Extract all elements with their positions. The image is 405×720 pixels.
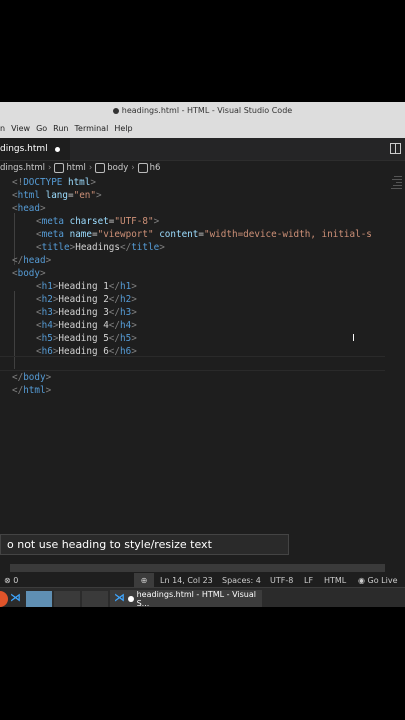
workspace-1[interactable] [26,591,52,607]
unsaved-dot-icon [112,107,119,114]
vscode-launcher-icon[interactable]: ⋊ [10,591,22,607]
workspace-2[interactable] [54,591,80,607]
menu-run[interactable]: Run [53,124,68,133]
code-line-17: </html> [12,385,52,396]
code-line-6: <title>Headings</title> [36,242,165,253]
code-line-8: <body> [12,268,46,279]
menu-view[interactable]: View [11,124,30,133]
code-line-16: </body> [12,372,52,383]
split-editor-icon[interactable] [390,143,401,154]
horizontal-scrollbar[interactable] [10,564,385,572]
taskbar: ⋊ headings.html - HTML - Visual S... ⋊ [0,587,405,607]
code-line-3: <head> [12,203,46,214]
caption-overlay: o not use heading to style/resize text [0,534,289,555]
tab-label: dings.html [0,144,48,154]
problems-count: 0 [13,576,19,585]
minimap-line [394,176,402,177]
tab-headings-html[interactable]: dings.html [0,138,70,160]
firefox-icon[interactable] [0,591,8,607]
taskbar-window-vscode[interactable]: headings.html - HTML - Visual S... [110,590,262,607]
menu-bar: n View Go Run Terminal Help [0,119,405,138]
code-line-heading: <h5>Heading 5</h5> [36,333,137,344]
minimap-line [391,188,402,189]
code-line-4: <meta charset="UTF-8"> [36,216,160,227]
title-bar: headings.html - HTML - Visual Studio Cod… [0,102,405,119]
go-live-label: Go Live [367,576,398,585]
code-line-7: </head> [12,255,52,266]
element-icon [95,163,106,173]
window-title: headings.html - HTML - Visual Studio Cod… [121,106,293,115]
breadcrumb-html[interactable]: html [66,163,85,173]
current-line-highlight [0,356,385,371]
code-line-5: <meta name="viewport" content="width=dev… [36,229,372,240]
code-line-heading: <h4>Heading 4</h4> [36,320,137,331]
breadcrumb: dings.html › html › body › h6 [0,160,405,176]
mouse-ibeam-cursor: I [352,333,355,344]
error-icon: ⊗ [4,576,11,585]
code-line-heading: <h6>Heading 6</h6> [36,346,137,357]
unsaved-dot-icon [128,595,134,602]
menu-selection[interactable]: n [0,124,5,133]
modified-dot-icon[interactable] [54,146,60,152]
menu-terminal[interactable]: Terminal [75,124,109,133]
menu-go[interactable]: Go [36,124,47,133]
caption-text: o not use heading to style/resize text [7,538,212,551]
minimap-line [393,185,402,186]
element-icon [54,163,65,173]
tab-bar: dings.html [0,138,405,161]
chevron-right-icon: › [48,163,52,173]
code-line-2: <html lang="en"> [12,190,102,201]
minimap-line [396,182,402,183]
workspace-3[interactable] [82,591,108,607]
code-line-heading: <h2>Heading 2</h2> [36,294,137,305]
element-icon [137,163,148,173]
broadcast-icon: ◉ [358,576,365,585]
code-line-heading: <h1>Heading 1</h1> [36,281,137,292]
breadcrumb-h6[interactable]: h6 [150,163,161,173]
code-editor[interactable]: <!DOCTYPE html> <html lang="en"> <head> … [0,176,390,556]
breadcrumb-body[interactable]: body [107,163,128,173]
minimap[interactable] [391,176,405,556]
breadcrumb-file[interactable]: dings.html [0,163,45,173]
taskbar-window-title: headings.html - HTML - Visual S... [136,589,256,608]
menu-help[interactable]: Help [114,124,132,133]
code-line-1: <!DOCTYPE html> [12,177,96,188]
minimap-line [392,179,402,180]
vscode-window: headings.html - HTML - Visual Studio Cod… [0,102,405,607]
chevron-right-icon: › [131,163,135,173]
vscode-icon: ⋊ [114,591,125,604]
chevron-right-icon: › [88,163,93,173]
code-line-heading: <h3>Heading 3</h3> [36,307,137,318]
